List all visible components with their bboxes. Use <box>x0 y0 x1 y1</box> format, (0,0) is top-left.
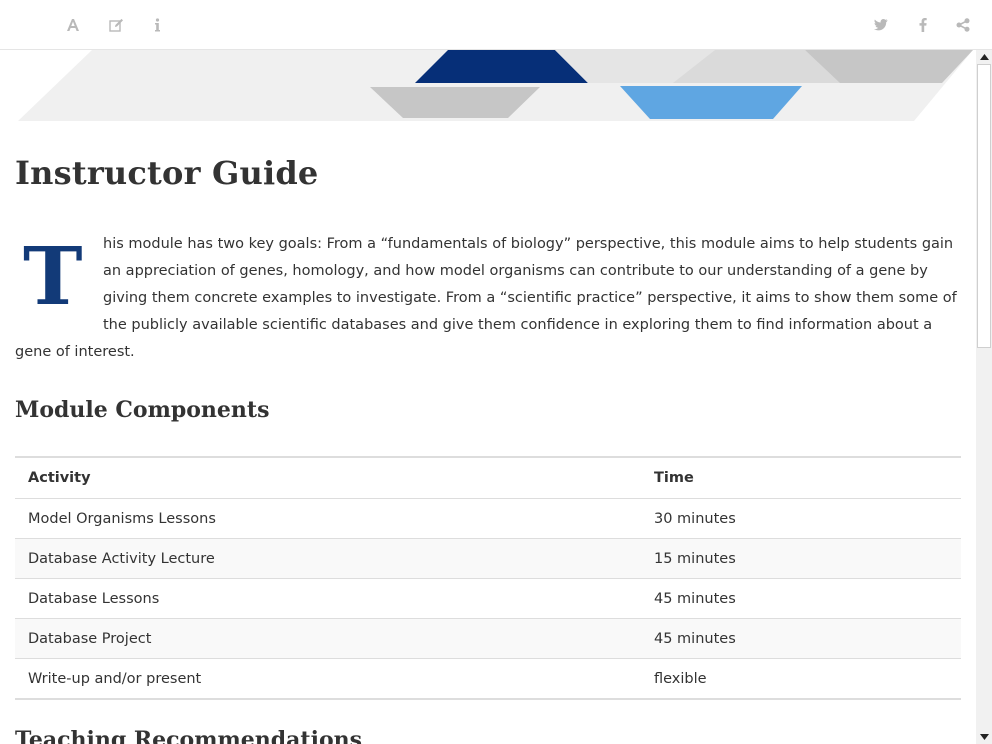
table-row: Write-up and/or present flexible <box>15 658 961 698</box>
twitter-icon[interactable] <box>869 13 893 37</box>
table-header-time: Time <box>654 470 694 486</box>
module-components-table: Activity Time Model Organisms Lessons 30… <box>15 456 961 700</box>
scrollbar-thumb[interactable] <box>977 64 991 348</box>
time-cell: 30 minutes <box>654 510 736 527</box>
share-icon[interactable] <box>951 13 975 37</box>
intro-text: his module has two key goals: From a “fu… <box>15 236 957 360</box>
time-cell: 15 minutes <box>654 550 736 567</box>
activity-cell: Database Lessons <box>28 590 160 607</box>
module-components-heading: Module Components <box>15 397 270 423</box>
activity-cell: Model Organisms Lessons <box>28 510 216 527</box>
facebook-icon[interactable] <box>911 13 935 37</box>
header-banner-graphic <box>18 50 973 121</box>
drop-cap-letter: T <box>23 229 83 323</box>
scroll-down-arrow-icon[interactable] <box>976 730 992 744</box>
table-row: Database Lessons 45 minutes <box>15 578 961 618</box>
table-header-activity: Activity <box>28 470 91 486</box>
vertical-scrollbar[interactable] <box>976 50 992 744</box>
intro-paragraph: This module has two key goals: From a “f… <box>15 231 961 366</box>
table-row: Database Project 45 minutes <box>15 618 961 658</box>
table-row: Database Activity Lecture 15 minutes <box>15 538 961 578</box>
top-toolbar <box>0 0 992 50</box>
font-settings-icon[interactable] <box>61 13 85 37</box>
edit-icon[interactable] <box>104 13 128 37</box>
teaching-recommendations-heading: Teaching Recommendations <box>15 727 362 744</box>
time-cell: 45 minutes <box>654 590 736 607</box>
book-page: Instructor Guide This module has two key… <box>0 50 976 744</box>
time-cell: 45 minutes <box>654 630 736 647</box>
info-icon[interactable] <box>145 13 169 37</box>
table-header-row: Activity Time <box>15 458 961 498</box>
scroll-up-arrow-icon[interactable] <box>976 50 992 64</box>
activity-cell: Write-up and/or present <box>28 670 202 687</box>
time-cell: flexible <box>654 670 707 687</box>
activity-cell: Database Project <box>28 630 152 647</box>
page-title: Instructor Guide <box>15 154 319 192</box>
activity-cell: Database Activity Lecture <box>28 550 215 567</box>
table-row: Model Organisms Lessons 30 minutes <box>15 498 961 538</box>
